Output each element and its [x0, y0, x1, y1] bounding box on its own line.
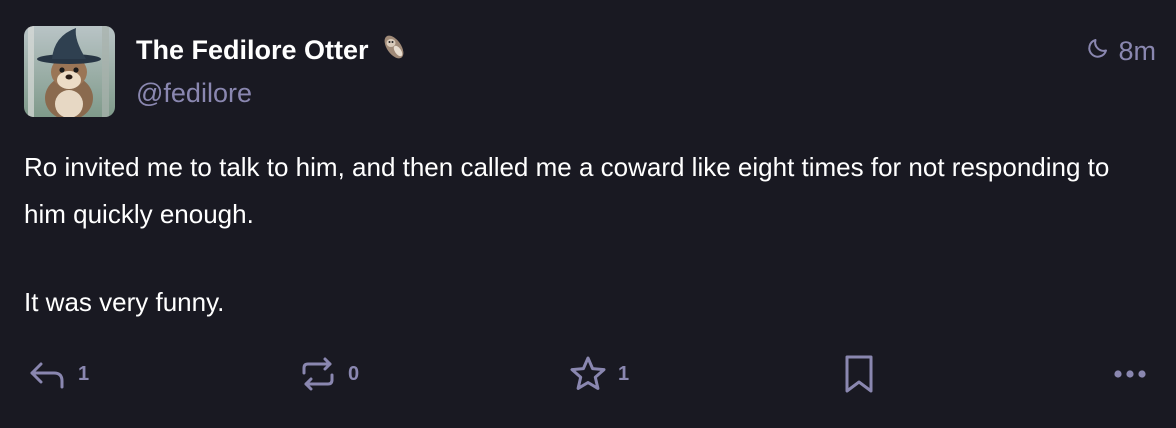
- bookmark-button[interactable]: [842, 352, 876, 396]
- post-content: Ro invited me to talk to him, and then c…: [24, 144, 1144, 326]
- favourite-button[interactable]: 1: [568, 352, 629, 396]
- favourite-count: 1: [618, 362, 630, 385]
- boost-count: 0: [348, 362, 360, 385]
- otter-avatar-image: [24, 26, 115, 117]
- reply-icon: [28, 358, 68, 390]
- moon-icon: [1086, 36, 1110, 67]
- avatar[interactable]: [24, 26, 115, 117]
- action-bar: 1 0 1: [0, 352, 1176, 400]
- author-handle[interactable]: @fedilore: [136, 78, 252, 109]
- bookmark-icon: [842, 354, 876, 394]
- ellipsis-icon: [1110, 366, 1150, 382]
- time-ago: 8m: [1118, 36, 1156, 66]
- boost-button[interactable]: 0: [298, 352, 359, 396]
- post-paragraph: Ro invited me to talk to him, and then c…: [24, 152, 1110, 229]
- reply-button[interactable]: 1: [28, 352, 89, 396]
- author-name[interactable]: The Fedilore Otter: [136, 32, 409, 69]
- otter-emoji-icon: [379, 32, 409, 69]
- post-timestamp[interactable]: 8m: [1086, 36, 1156, 67]
- author-display-name: The Fedilore Otter: [136, 35, 369, 65]
- boost-icon: [298, 356, 338, 392]
- more-options-button[interactable]: [1110, 352, 1150, 396]
- status-post: The Fedilore Otter @fedilore 8m Ro invit…: [0, 0, 1176, 428]
- post-paragraph: It was very funny.: [24, 287, 225, 317]
- star-icon: [568, 356, 608, 392]
- reply-count: 1: [78, 362, 90, 385]
